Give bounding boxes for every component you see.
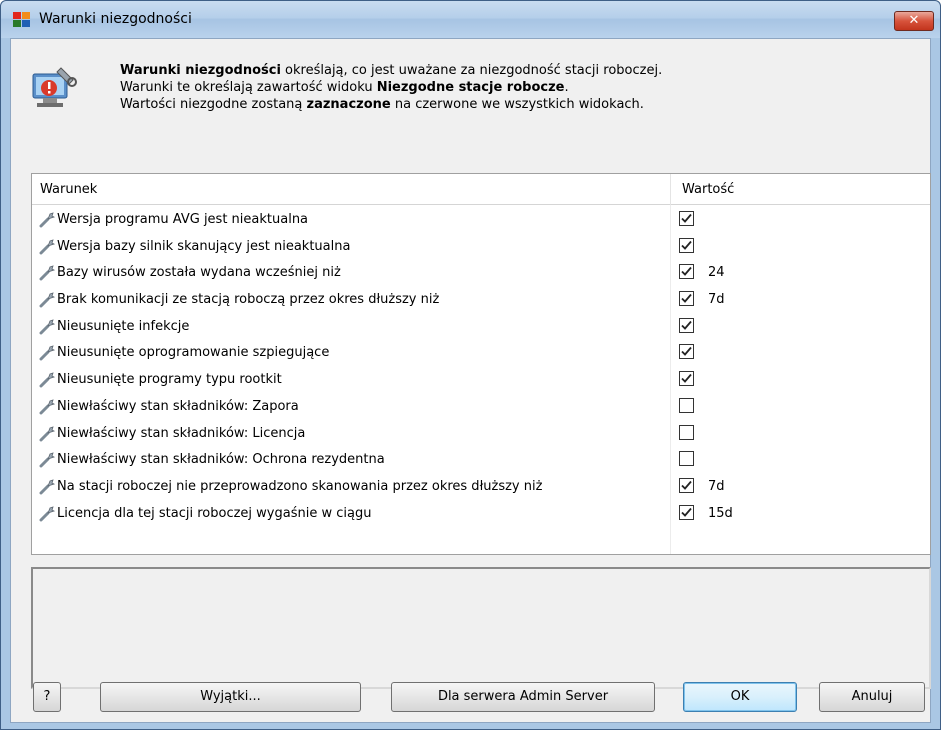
table-row[interactable]: Na stacji roboczej nie przeprowadzono sk…	[32, 474, 930, 501]
wrench-icon	[38, 317, 56, 335]
column-header-value[interactable]: Wartość	[682, 182, 734, 197]
info-line3-start: Wartości niezgodne zostaną	[120, 97, 307, 112]
condition-checkbox[interactable]	[679, 504, 694, 520]
wrench-icon	[38, 504, 56, 522]
table-row[interactable]: Niewłaściwy stan składników: Licencja	[32, 421, 930, 448]
info-line3-end: na czerwone we wszystkich widokach.	[390, 97, 644, 112]
header-divider[interactable]	[670, 174, 671, 205]
condition-label: Licencja dla tej stacji roboczej wygaśni…	[57, 505, 372, 521]
wrench-icon	[38, 237, 56, 255]
condition-checkbox[interactable]	[679, 371, 694, 387]
condition-checkbox[interactable]	[679, 424, 694, 440]
condition-label: Nieusunięte programy typu rootkit	[57, 372, 282, 388]
conditions-rows: Wersja programu AVG jest nieaktualna Wers…	[32, 207, 930, 527]
condition-checkbox[interactable]	[679, 451, 694, 467]
column-header-condition[interactable]: Warunek	[40, 182, 97, 197]
conditions-list[interactable]: Warunek Wartość Wersja programu AVG jest…	[31, 173, 931, 555]
dialog-client-area: Warunki niezgodności określają, co jest …	[10, 38, 931, 723]
info-heading: Warunki niezgodności	[120, 63, 281, 78]
condition-checkbox[interactable]	[679, 211, 694, 226]
info-line2-end: .	[564, 80, 569, 95]
wrench-icon	[38, 477, 56, 495]
info-line2-bold: Niezgodne stacje robocze	[376, 80, 565, 95]
table-row[interactable]: Niewłaściwy stan składników: Zapora	[32, 394, 930, 421]
condition-label: Bazy wirusów została wydana wcześniej ni…	[57, 265, 341, 281]
condition-label: Wersja programu AVG jest nieaktualna	[57, 212, 309, 227]
condition-label: Niewłaściwy stan składników: Zapora	[57, 398, 299, 414]
condition-label: Brak komunikacji ze stacją roboczą przez…	[57, 292, 440, 308]
info-line1-text: określają, co jest uważane za niezgodnoś…	[280, 63, 663, 78]
wrench-icon	[38, 450, 56, 468]
info-line2-start: Warunki te określają zawartość widoku	[120, 80, 377, 95]
table-row[interactable]: Licencja dla tej stacji roboczej wygaśni…	[32, 501, 930, 528]
info-line3-bold: zaznaczone	[306, 97, 391, 112]
workstation-settings-icon	[32, 67, 77, 107]
avg-logo-icon	[13, 12, 30, 27]
wrench-icon	[38, 210, 56, 228]
dialog-window: Warunki niezgodności ✕ Warunki niezgodno…	[0, 0, 941, 730]
condition-value[interactable]: 24	[708, 265, 725, 280]
wrench-icon	[38, 370, 56, 388]
exceptions-button[interactable]: Wyjątki...	[100, 682, 361, 712]
condition-description-box	[31, 567, 931, 689]
help-button[interactable]: ?	[33, 682, 61, 712]
wrench-icon	[38, 290, 56, 308]
condition-label: Na stacji roboczej nie przeprowadzono sk…	[57, 478, 543, 494]
wrench-icon	[38, 263, 56, 281]
wrench-icon	[38, 343, 56, 361]
close-button[interactable]: ✕	[894, 11, 934, 31]
condition-label: Niewłaściwy stan składników: Ochrona rez…	[57, 452, 385, 468]
ok-button[interactable]: OK	[683, 682, 797, 712]
cancel-button[interactable]: Anuluj	[819, 682, 925, 712]
admin-server-button[interactable]: Dla serwera Admin Server	[391, 682, 655, 712]
table-row[interactable]: Wersja programu AVG jest nieaktualna	[32, 207, 930, 234]
table-row[interactable]: Brak komunikacji ze stacją roboczą przez…	[32, 287, 930, 314]
condition-checkbox[interactable]	[679, 344, 694, 360]
table-row[interactable]: Bazy wirusów została wydana wcześniej ni…	[32, 260, 930, 287]
table-row[interactable]: Wersja bazy silnik skanujący jest nieakt…	[32, 234, 930, 261]
condition-checkbox[interactable]	[679, 397, 694, 413]
table-row[interactable]: Nieusunięte infekcje	[32, 314, 930, 341]
condition-checkbox[interactable]	[679, 237, 694, 253]
window-title: Warunki niezgodności	[39, 11, 192, 27]
condition-checkbox[interactable]	[679, 264, 694, 280]
condition-value[interactable]: 7d	[708, 292, 725, 307]
table-row[interactable]: Nieusunięte programy typu rootkit	[32, 367, 930, 394]
condition-checkbox[interactable]	[679, 291, 694, 307]
condition-checkbox[interactable]	[679, 477, 694, 493]
condition-checkbox[interactable]	[679, 317, 694, 333]
condition-label: Niewłaściwy stan składników: Licencja	[57, 425, 306, 441]
condition-value[interactable]: 7d	[708, 479, 725, 494]
list-header: Warunek Wartość	[32, 174, 930, 205]
condition-label: Nieusunięte infekcje	[57, 318, 190, 334]
wrench-icon	[38, 424, 56, 442]
title-bar[interactable]: Warunki niezgodności ✕	[1, 1, 940, 38]
wrench-icon	[38, 397, 56, 415]
info-description: Warunki niezgodności określają, co jest …	[120, 62, 662, 113]
condition-label: Wersja bazy silnik skanujący jest nieakt…	[57, 238, 351, 254]
condition-label: Nieusunięte oprogramowanie szpiegujące	[57, 345, 330, 361]
condition-value[interactable]: 15d	[708, 506, 733, 521]
table-row[interactable]: Nieusunięte oprogramowanie szpiegujące	[32, 340, 930, 367]
table-row[interactable]: Niewłaściwy stan składników: Ochrona rez…	[32, 447, 930, 474]
